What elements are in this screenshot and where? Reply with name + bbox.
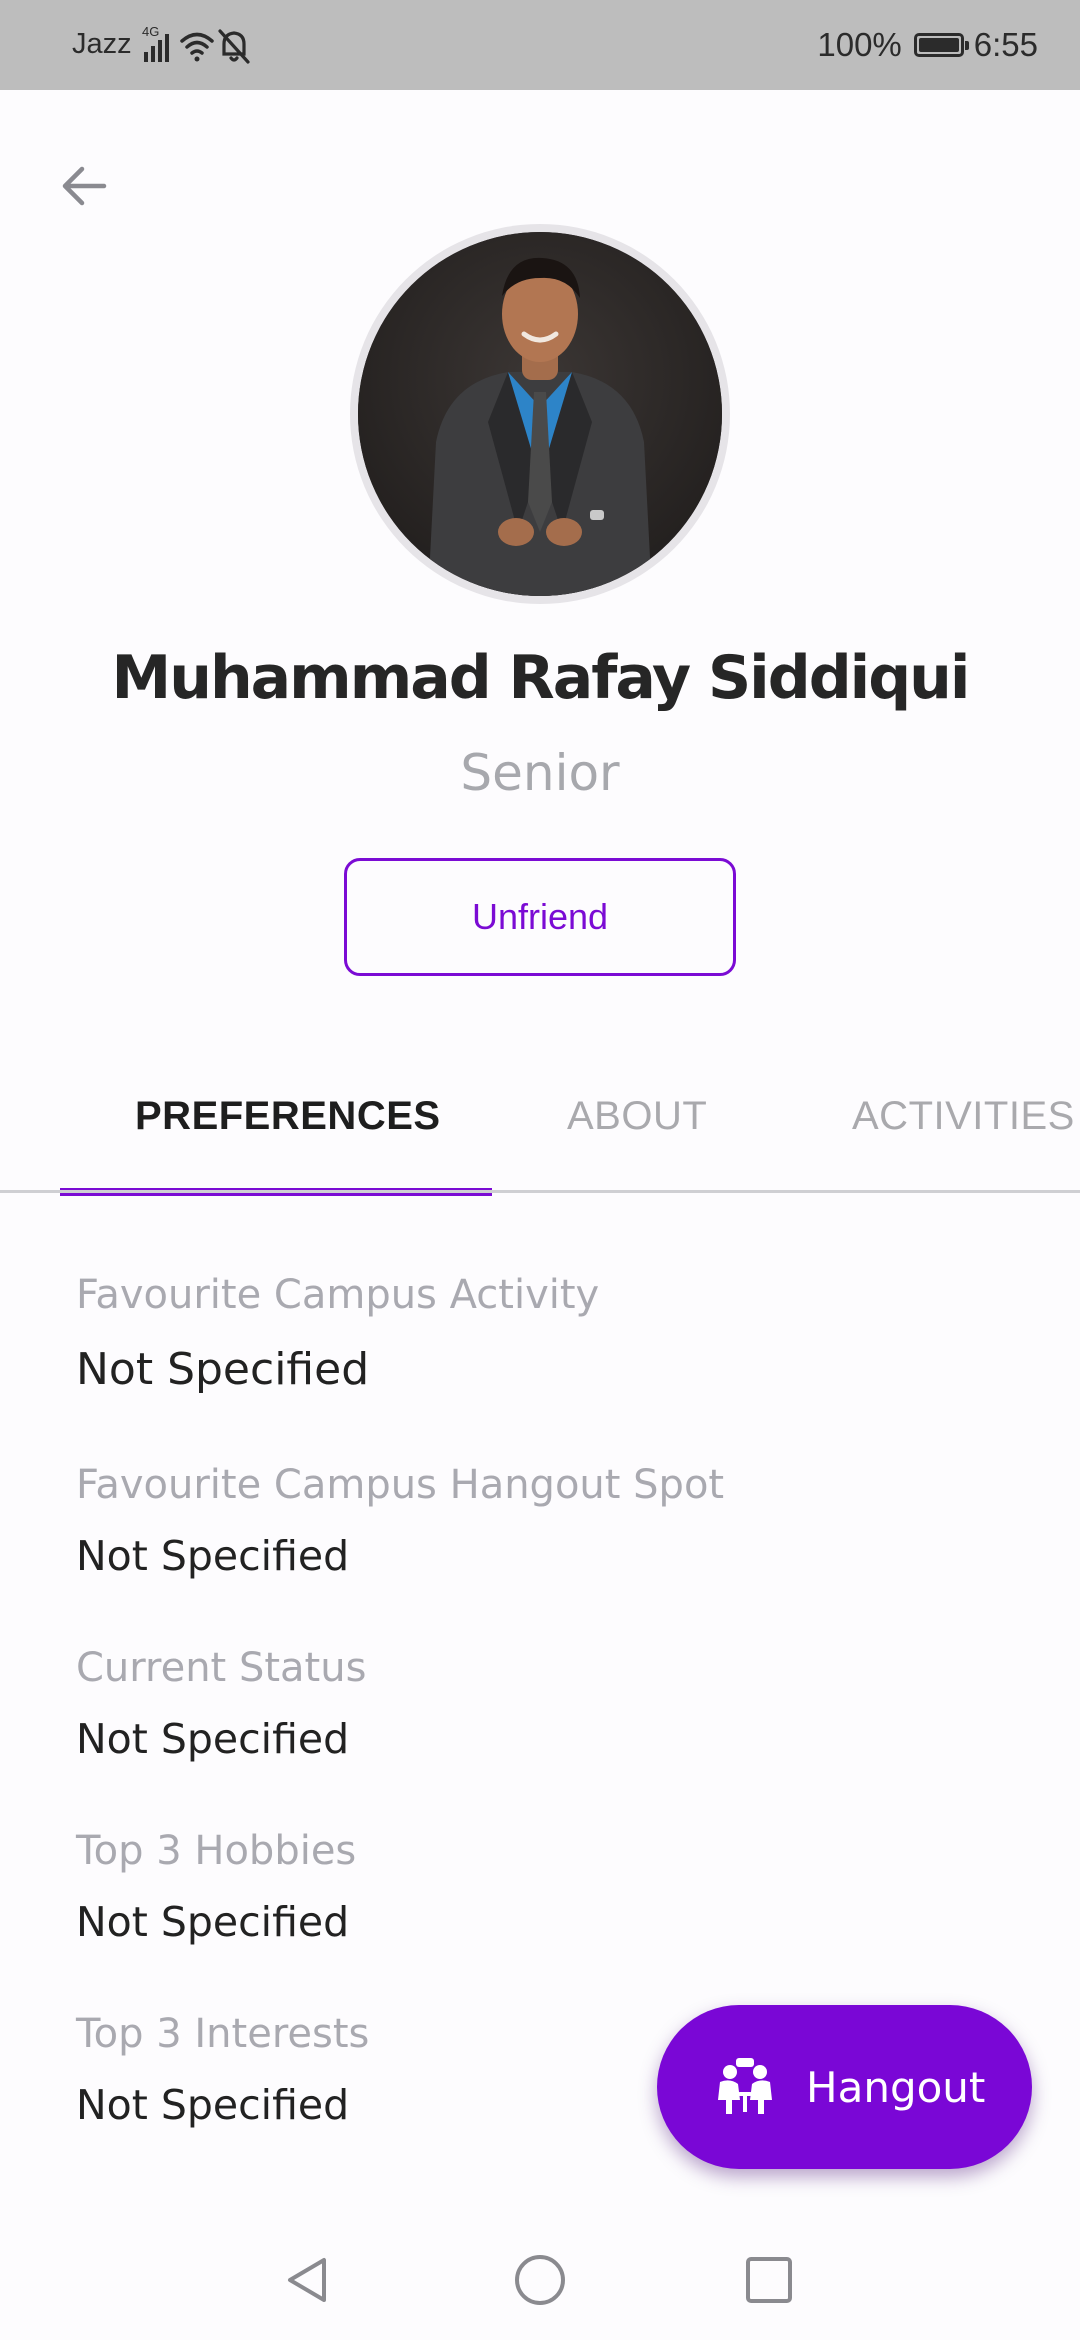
back-button[interactable] (48, 150, 120, 222)
pref-value: Not Specified (76, 1532, 350, 1580)
pref-label: Top 3 Hobbies (76, 1828, 357, 1874)
pref-favourite-activity: Favourite Campus Activity Not Specified (76, 1272, 1006, 1395)
unfriend-button[interactable]: Unfriend (344, 858, 736, 976)
profile-level: Senior (460, 744, 620, 802)
pref-value: Not Specified (76, 1715, 350, 1763)
system-nav-bar (0, 2220, 1080, 2340)
nav-recents-button[interactable] (731, 2242, 807, 2318)
wifi-icon (180, 32, 214, 62)
network-type-label: 4G (142, 24, 159, 39)
pref-label: Favourite Campus Hangout Spot (76, 1462, 725, 1508)
notifications-muted-icon (218, 29, 250, 64)
battery-icon (913, 33, 969, 57)
signal-wifi-mute-icons: 4G (142, 24, 250, 64)
pref-favourite-hangout-spot: Favourite Campus Hangout Spot Not Specif… (76, 1462, 1006, 1580)
battery-percent: 100% (817, 26, 902, 63)
tab-divider (0, 1190, 1080, 1193)
pref-top-hobbies: Top 3 Hobbies Not Specified (76, 1828, 1006, 1946)
pref-value: Not Specified (76, 1898, 350, 1946)
tab-activities[interactable]: ACTIVITIES (852, 1094, 1075, 1139)
hangout-button[interactable]: Hangout (657, 2005, 1032, 2169)
triangle-back-icon (288, 2258, 326, 2302)
clock: 6:55 (973, 26, 1038, 63)
pref-label: Favourite Campus Activity (76, 1272, 600, 1318)
status-bar: Jazz 4G 100% 6:55 (0, 0, 1080, 90)
profile-tabs: PREFERENCES ABOUT ACTIVITIES (0, 1060, 1080, 1196)
pref-current-status: Current Status Not Specified (76, 1645, 1006, 1763)
profile-screen: Jazz 4G 100% 6:55 Muhammad Rafay Siddiqu… (0, 0, 1080, 2340)
nav-back-button[interactable] (270, 2242, 346, 2318)
circle-home-icon (515, 2255, 565, 2305)
status-right: 100% 6:55 (817, 26, 1038, 64)
carrier-label: Jazz (72, 28, 132, 60)
nav-home-button[interactable] (502, 2242, 578, 2318)
hangout-label: Hangout (806, 2062, 986, 2112)
tab-about[interactable]: ABOUT (567, 1094, 707, 1139)
profile-photo (358, 232, 722, 596)
avatar-photo (358, 232, 722, 596)
arrow-left-icon (62, 166, 107, 206)
tab-preferences[interactable]: PREFERENCES (135, 1094, 441, 1139)
square-recents-icon (746, 2257, 792, 2303)
pref-value: Not Specified (76, 1344, 370, 1395)
pref-label: Current Status (76, 1645, 367, 1691)
meeting-people-icon (718, 2058, 772, 2114)
profile-name: Muhammad Rafay Siddiqui (111, 643, 971, 713)
avatar (350, 224, 730, 604)
